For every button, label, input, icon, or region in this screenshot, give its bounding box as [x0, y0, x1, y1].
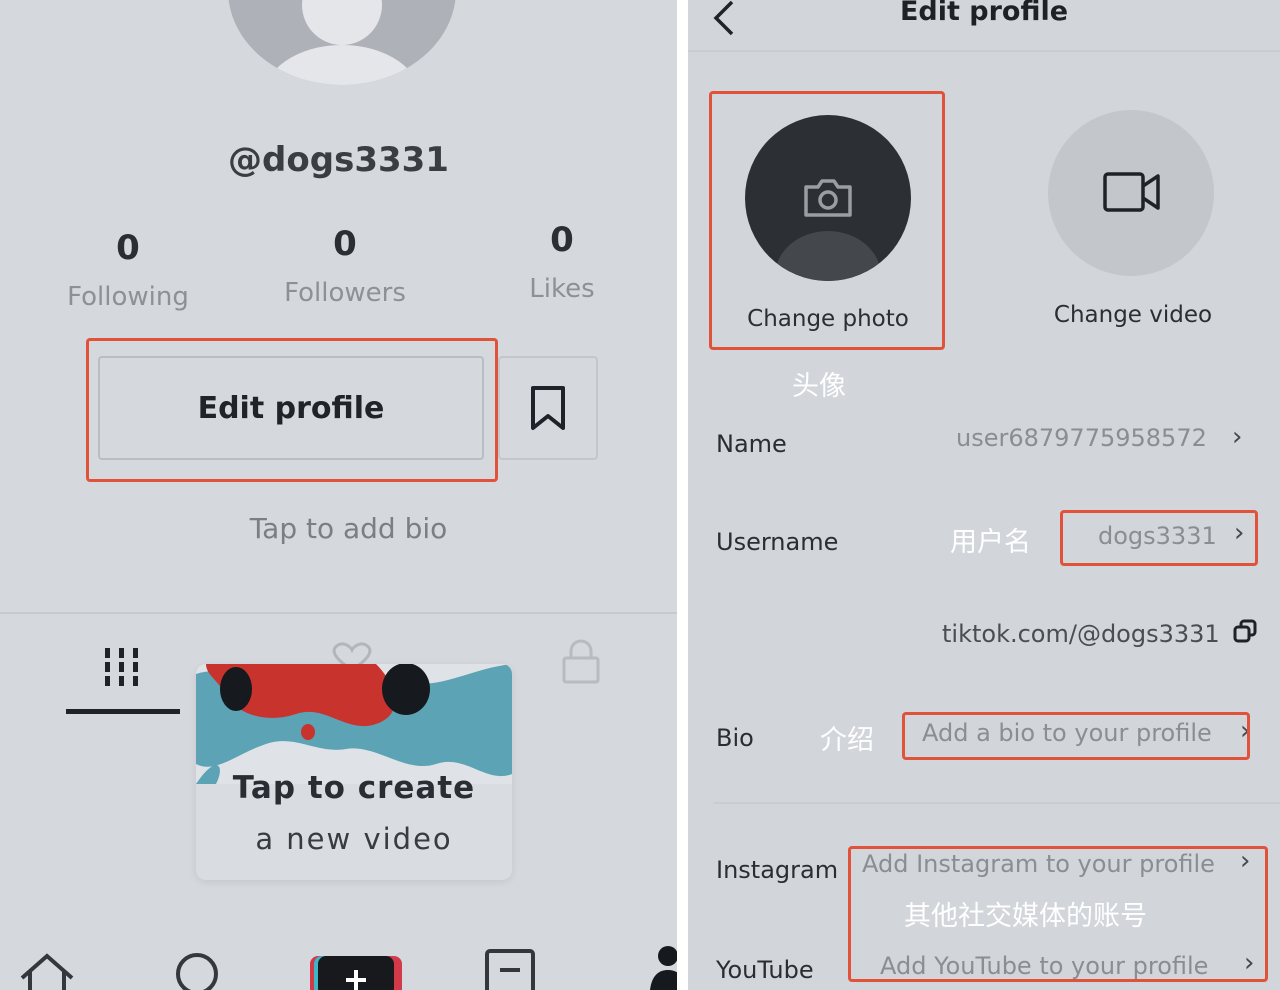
nav-discover[interactable] — [172, 950, 222, 990]
youtube-label: YouTube — [716, 956, 814, 984]
section-divider — [714, 802, 1280, 804]
stat-likes[interactable]: 0 Likes — [472, 220, 652, 304]
create-card-title: Tap to create — [232, 770, 476, 806]
avatar-head-shape — [302, 0, 382, 45]
bio-label: Bio — [716, 724, 754, 752]
change-photo-label[interactable]: Change photo — [728, 306, 928, 332]
stat-likes-label: Likes — [529, 274, 595, 304]
change-video-button[interactable] — [1048, 110, 1214, 276]
chevron-right-icon[interactable]: › — [1232, 422, 1242, 452]
profile-username: @dogs3331 — [228, 140, 449, 180]
youtube-field[interactable]: Add YouTube to your profile — [880, 952, 1208, 980]
instagram-label: Instagram — [716, 856, 839, 884]
tab-private[interactable] — [560, 638, 602, 688]
nav-home[interactable] — [18, 952, 76, 990]
search-icon — [176, 953, 218, 990]
profile-link: tiktok.com/@dogs3331 — [942, 620, 1220, 648]
chevron-right-icon[interactable]: › — [1240, 716, 1250, 746]
create-card-art — [196, 664, 512, 784]
username-value[interactable]: dogs3331 — [1098, 522, 1217, 550]
nav-create[interactable] — [310, 956, 402, 990]
annotation-social: 其他社交媒体的账号 — [904, 901, 1147, 932]
home-icon — [20, 953, 74, 990]
chevron-right-icon[interactable]: › — [1234, 518, 1244, 548]
change-video-label[interactable]: Change video — [1033, 302, 1233, 328]
avatar-silhouette — [775, 231, 881, 281]
annotation-bio: 介绍 — [820, 725, 874, 756]
edit-profile-button[interactable]: Edit profile — [98, 356, 484, 460]
add-bio-link[interactable]: Tap to add bio — [0, 512, 677, 545]
camera-icon — [804, 179, 852, 217]
stat-following-count: 0 — [116, 228, 140, 268]
change-photo-button[interactable] — [745, 115, 911, 281]
profile-icon — [650, 946, 677, 990]
stat-followers-count: 0 — [333, 224, 357, 264]
annotation-username: 用户名 — [950, 527, 1031, 558]
lock-icon — [562, 639, 600, 684]
username-label: Username — [716, 528, 839, 556]
create-video-card[interactable]: Tap to create a new video — [196, 664, 512, 880]
stat-following[interactable]: 0 Following — [38, 228, 218, 312]
tab-active-indicator — [66, 709, 180, 714]
bookmark-icon — [531, 386, 565, 430]
stat-following-label: Following — [67, 282, 189, 312]
video-camera-icon — [1103, 172, 1160, 212]
nav-inbox[interactable] — [484, 948, 536, 990]
stat-followers-label: Followers — [284, 278, 406, 308]
name-value[interactable]: user6879775958572 — [956, 424, 1207, 452]
avatar-body-shape — [262, 45, 422, 85]
inbox-icon — [485, 949, 535, 990]
create-card-subtitle: a new video — [255, 822, 453, 856]
create-icon — [310, 956, 402, 990]
bio-field[interactable]: Add a bio to your profile — [922, 719, 1212, 747]
profile-avatar[interactable] — [228, 0, 456, 85]
favorites-button[interactable] — [498, 356, 598, 460]
edit-profile-screen: Edit profile Change photo 头像 Change vide… — [688, 0, 1280, 990]
tabs-divider — [0, 612, 677, 614]
name-label: Name — [716, 430, 787, 458]
tab-videos[interactable] — [102, 646, 142, 692]
nav-profile[interactable] — [646, 944, 677, 990]
chevron-right-icon[interactable]: › — [1240, 846, 1250, 876]
profile-screen: @dogs3331 0 Following 0 Followers 0 Like… — [0, 0, 677, 990]
copy-icon — [1233, 619, 1257, 643]
stat-likes-count: 0 — [550, 220, 574, 260]
chevron-right-icon[interactable]: › — [1244, 948, 1254, 978]
header-divider — [688, 50, 1280, 52]
stat-followers[interactable]: 0 Followers — [255, 224, 435, 308]
copy-link-button[interactable] — [1232, 618, 1258, 648]
grid-icon — [105, 648, 138, 686]
page-title: Edit profile — [899, 0, 1069, 27]
annotation-avatar: 头像 — [792, 371, 846, 402]
instagram-field[interactable]: Add Instagram to your profile — [862, 850, 1215, 878]
